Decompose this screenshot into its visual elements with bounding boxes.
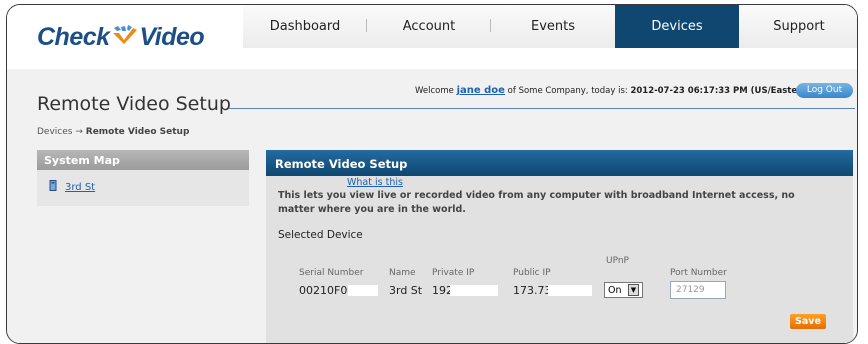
tab-dashboard[interactable]: Dashboard bbox=[243, 5, 367, 48]
col-port-number: Port Number bbox=[670, 268, 727, 278]
col-upnp: UPnP bbox=[606, 256, 629, 266]
selected-device-label: Selected Device bbox=[278, 229, 363, 241]
tab-account[interactable]: Account bbox=[367, 5, 491, 48]
port-number-input[interactable]: 27129 bbox=[670, 281, 726, 299]
user-link[interactable]: jane doe bbox=[457, 85, 505, 96]
tab-support[interactable]: Support bbox=[739, 5, 857, 48]
breadcrumb-arrow-icon: → bbox=[75, 127, 83, 137]
redacted-serial bbox=[348, 285, 378, 296]
tab-events[interactable]: Events bbox=[491, 5, 615, 48]
chevron-down-icon: ▼ bbox=[628, 284, 639, 296]
welcome-company: of Some Company, today is: bbox=[507, 86, 628, 96]
redacted-public-ip bbox=[548, 285, 592, 296]
panel-description: This lets you view live or recorded vide… bbox=[278, 190, 795, 215]
upnp-select[interactable]: On ▼ bbox=[604, 282, 643, 298]
upnp-help-link[interactable]: What is this bbox=[347, 177, 403, 188]
device-name: 3rd St bbox=[389, 284, 423, 297]
logout-button[interactable]: Log Out bbox=[796, 83, 853, 98]
logo-text-left: Check bbox=[37, 23, 110, 51]
logo-text-right: Video bbox=[139, 23, 205, 51]
welcome-message: Welcome jane doe of Some Company, today … bbox=[415, 85, 811, 96]
tab-devices[interactable]: Devices bbox=[615, 5, 739, 48]
welcome-prefix: Welcome bbox=[415, 86, 454, 96]
system-map-link-3rd-st[interactable]: 3rd St bbox=[65, 182, 95, 193]
breadcrumb: Devices → Remote Video Setup bbox=[37, 127, 189, 137]
browser-frame: Check Video Dashboard Account Events Dev… bbox=[6, 4, 858, 344]
system-map-title: System Map bbox=[37, 150, 249, 170]
panel-title: Remote Video Setup bbox=[266, 150, 853, 176]
breadcrumb-current: Remote Video Setup bbox=[85, 127, 190, 137]
top-bar: Check Video Dashboard Account Events Dev… bbox=[7, 5, 857, 69]
save-button[interactable]: Save bbox=[790, 314, 826, 329]
page-title: Remote Video Setup bbox=[37, 93, 231, 115]
current-datetime: 2012-07-23 06:17:33 PM (US/Eastern) bbox=[630, 86, 812, 96]
logo[interactable]: Check Video bbox=[37, 23, 205, 52]
col-serial-number: Serial Number bbox=[299, 268, 364, 278]
breadcrumb-devices[interactable]: Devices bbox=[37, 127, 72, 137]
system-map-panel: System Map 3rd St bbox=[37, 150, 249, 206]
redacted-private-ip bbox=[450, 285, 498, 296]
device-serial: 00210F00 bbox=[299, 284, 355, 297]
col-private-ip: Private IP bbox=[432, 268, 475, 278]
system-map-item[interactable]: 3rd St bbox=[49, 180, 249, 194]
main-nav: Dashboard Account Events Devices Support bbox=[243, 5, 857, 48]
checkmark-logo-icon bbox=[111, 23, 139, 52]
col-name: Name bbox=[389, 268, 416, 278]
title-divider bbox=[229, 108, 855, 109]
upnp-selected-value: On bbox=[608, 284, 622, 296]
col-public-ip: Public IP bbox=[513, 268, 551, 278]
device-icon bbox=[49, 180, 57, 194]
